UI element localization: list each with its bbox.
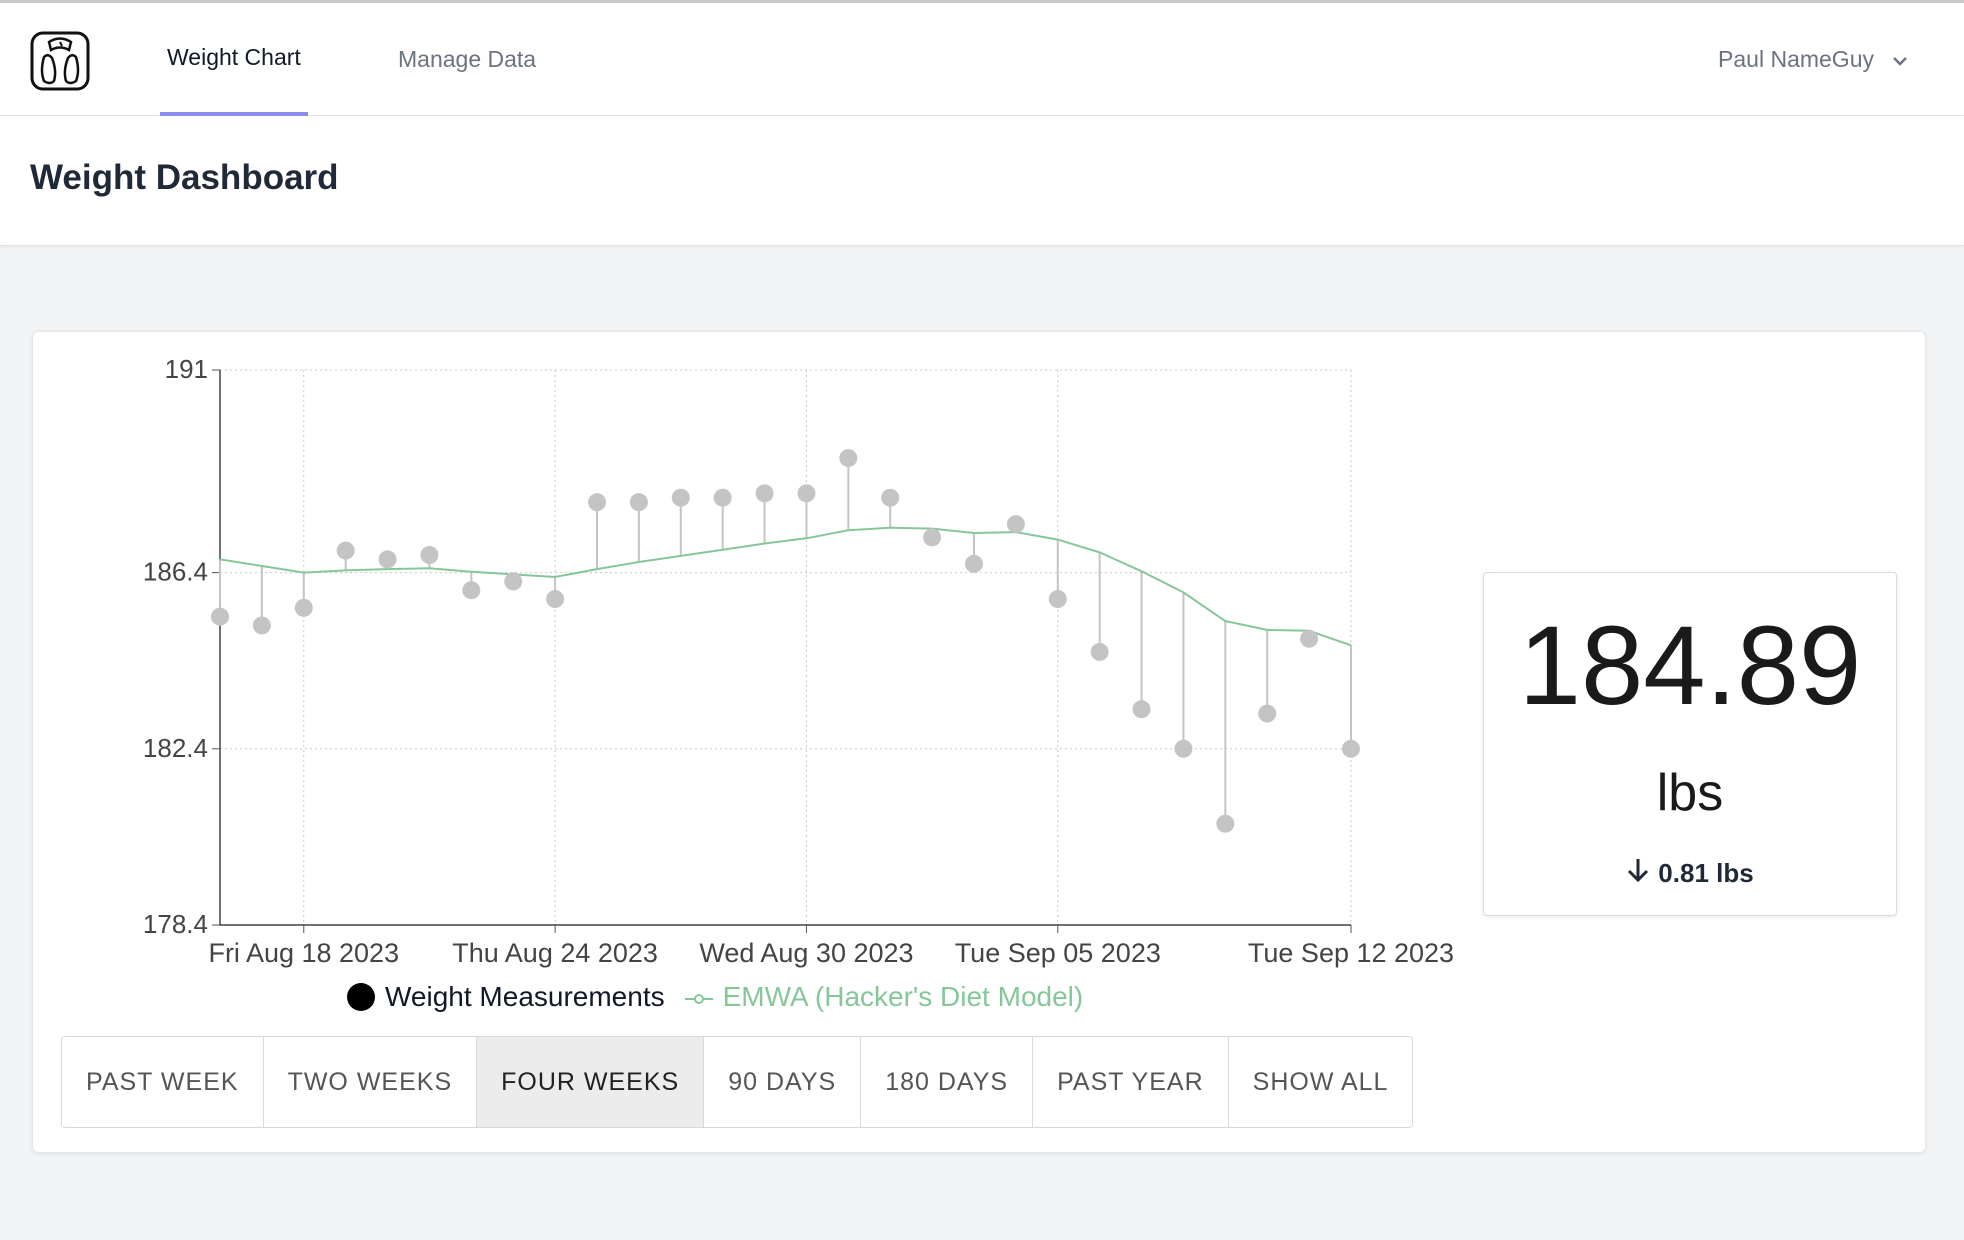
y-tick-label: 191	[165, 354, 208, 384]
measurement-point	[965, 554, 983, 573]
x-tick-label: Tue Sep 05 2023	[955, 938, 1161, 968]
measurement-point	[755, 484, 774, 503]
legend-item-measurements[interactable]: Weight Measurements	[347, 981, 665, 1013]
top-navigation: Weight Chart Manage Data Paul NameGuy	[0, 0, 1964, 116]
legend-label-ema: EMWA (Hacker's Diet Model)	[722, 981, 1084, 1012]
measurement-point	[1258, 704, 1277, 723]
legend-item-ema[interactable]: EMWA (Hacker's Diet Model)	[684, 981, 1084, 1013]
measurement-point	[420, 546, 439, 564]
legend-dot-icon	[347, 983, 375, 1011]
tab-weight-chart-label: Weight Chart	[167, 44, 301, 70]
measurement-point	[1174, 739, 1193, 758]
chart-legend: Weight Measurements EMWA (Hacker's Diet …	[347, 981, 1083, 1013]
chevron-down-icon	[1892, 46, 1908, 73]
weight-chart: 191 186.4 182.4 178.4Fri Aug 18 2023 Thu Aug…	[143, 354, 1454, 968]
measurement-point	[588, 493, 606, 512]
range-180-days-button[interactable]: 180 DAYS	[861, 1037, 1034, 1127]
tab-manage-data-label: Manage Data	[398, 46, 537, 72]
ema-line	[219, 526, 1352, 647]
measurement-point	[211, 607, 229, 626]
weight-change: 0.81 lbs	[1484, 857, 1896, 890]
measurement-point	[378, 550, 397, 569]
current-weight-card: 184.89 lbs 0.81 lbs	[1483, 572, 1897, 916]
range-two-weeks-button[interactable]: TWO WEEKS	[263, 1037, 478, 1127]
current-weight-unit: lbs	[1656, 764, 1724, 822]
measurement-point	[1048, 590, 1067, 609]
user-name: Paul NameGuy	[1718, 46, 1874, 72]
measurement-point	[546, 590, 565, 609]
y-tick-label: 182.4	[143, 733, 208, 763]
user-menu[interactable]: Paul NameGuy	[1718, 3, 1908, 116]
measurement-point	[294, 598, 313, 617]
measurement-point	[1006, 515, 1025, 534]
range-past-year-button[interactable]: PAST YEAR	[1033, 1037, 1229, 1127]
measurement-point	[504, 572, 523, 591]
range-90-days-button[interactable]: 90 DAYS	[704, 1037, 862, 1127]
measurement-point	[671, 488, 690, 507]
measurement-point	[629, 493, 648, 512]
dashboard-card: 191 186.4 182.4 178.4 Fri Aug 18 2023 Thu Aug…	[32, 331, 1926, 1153]
arrow-down-icon	[1626, 857, 1650, 890]
measurement-point	[881, 488, 900, 507]
measurement-point	[252, 616, 271, 635]
range-past-week-button[interactable]: PAST WEEK	[62, 1037, 264, 1127]
range-show-all-button[interactable]: SHOW ALL	[1228, 1037, 1413, 1127]
legend-label-measurements: Weight Measurements	[385, 981, 665, 1012]
measurement-point	[1342, 739, 1360, 758]
measurement-point	[1090, 642, 1109, 661]
x-tick-label: Tue Sep 12 2023	[1248, 938, 1454, 968]
x-tick-label: Fri Aug 18 2023	[208, 938, 399, 968]
page-title: Weight Dashboard	[30, 158, 339, 197]
y-tick-label: 178.4	[143, 909, 208, 939]
range-four-weeks-button[interactable]: FOUR WEEKS	[477, 1037, 705, 1127]
tab-weight-chart[interactable]: Weight Chart	[160, 3, 308, 116]
current-weight-value: 184.89	[1518, 603, 1862, 728]
measurement-point	[1216, 814, 1235, 833]
line-marker-icon	[684, 981, 713, 1013]
x-tick-label: Thu Aug 24 2023	[452, 938, 658, 968]
measurement-point	[713, 488, 732, 507]
scale-icon[interactable]	[30, 31, 90, 91]
measurement-point	[797, 484, 816, 503]
range-button-group: PAST WEEK TWO WEEKS FOUR WEEKS 90 DAYS 1…	[61, 1036, 1414, 1128]
y-tick-label: 186.4	[143, 557, 208, 587]
tab-manage-data[interactable]: Manage Data	[398, 3, 536, 116]
measurement-point	[923, 528, 942, 547]
measurement-point	[839, 449, 858, 468]
measurement-point	[336, 541, 355, 560]
page-header: Weight Dashboard	[0, 116, 1964, 246]
measurement-point	[1132, 700, 1151, 719]
weight-change-value: 0.81 lbs	[1658, 858, 1754, 888]
x-tick-label: Wed Aug 30 2023	[699, 938, 913, 968]
measurement-point	[462, 581, 481, 600]
measurement-point	[1300, 629, 1319, 648]
